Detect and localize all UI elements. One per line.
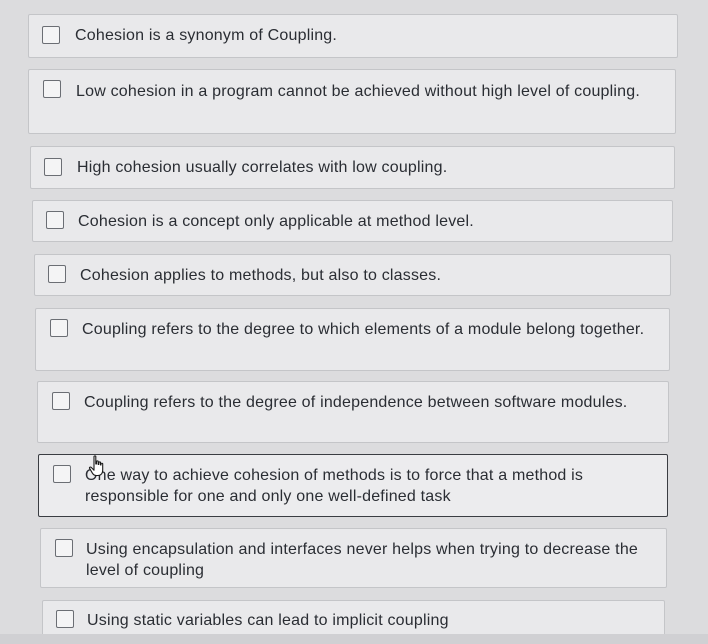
- option-3-label: High cohesion usually correlates with lo…: [77, 159, 448, 176]
- checkbox-1[interactable]: [42, 26, 60, 44]
- checkbox-4[interactable]: [46, 211, 64, 229]
- checkbox-2[interactable]: [43, 80, 61, 98]
- option-5-label: Cohesion applies to methods, but also to…: [80, 267, 442, 284]
- option-9-label: Using encapsulation and interfaces never…: [86, 541, 639, 579]
- checkbox-3[interactable]: [44, 158, 62, 176]
- option-2[interactable]: Low cohesion in a program cannot be achi…: [28, 69, 676, 134]
- option-5[interactable]: Cohesion applies to methods, but also to…: [34, 254, 671, 296]
- option-6[interactable]: Coupling refers to the degree to which e…: [35, 308, 670, 371]
- checkbox-8[interactable]: [53, 465, 71, 483]
- option-10-label: Using static variables can lead to impli…: [87, 612, 449, 629]
- option-8-label: One way to achieve cohesion of methods i…: [85, 467, 584, 505]
- option-4-label: Cohesion is a concept only applicable at…: [78, 213, 474, 230]
- option-4[interactable]: Cohesion is a concept only applicable at…: [32, 200, 673, 242]
- bottom-edge: [0, 634, 708, 644]
- checkbox-5[interactable]: [48, 265, 66, 283]
- checkbox-6[interactable]: [50, 319, 68, 337]
- option-9[interactable]: Using encapsulation and interfaces never…: [40, 528, 667, 588]
- checkbox-9[interactable]: [55, 539, 73, 557]
- option-8[interactable]: One way to achieve cohesion of methods i…: [38, 454, 668, 517]
- option-3[interactable]: High cohesion usually correlates with lo…: [30, 146, 675, 189]
- hand-pointer-icon: [88, 455, 104, 477]
- option-2-label: Low cohesion in a program cannot be achi…: [76, 83, 640, 100]
- option-1-label: Cohesion is a synonym of Coupling.: [75, 27, 338, 44]
- option-6-label: Coupling refers to the degree to which e…: [82, 321, 645, 338]
- checkbox-7[interactable]: [52, 392, 70, 410]
- option-1[interactable]: Cohesion is a synonym of Coupling.: [28, 14, 678, 58]
- checkbox-10[interactable]: [56, 610, 74, 628]
- option-7[interactable]: Coupling refers to the degree of indepen…: [37, 381, 669, 443]
- option-7-label: Coupling refers to the degree of indepen…: [84, 394, 628, 411]
